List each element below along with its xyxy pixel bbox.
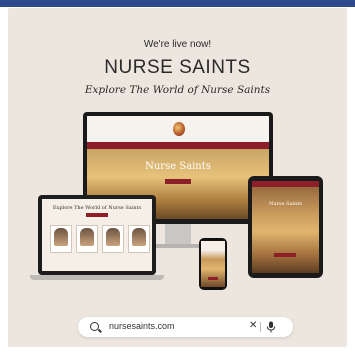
- search-bar[interactable]: nursesaints.com ✕: [78, 317, 293, 337]
- portrait-image: [106, 228, 120, 246]
- saint-portrait: [50, 225, 72, 253]
- hero-button: [165, 179, 191, 184]
- site-logo-icon: [173, 122, 185, 136]
- portrait-image: [132, 228, 146, 246]
- laptop-heading: Explore The World of Nurse Saints: [52, 205, 142, 211]
- mic-icon[interactable]: [266, 321, 276, 333]
- top-bar: [0, 0, 355, 7]
- laptop-button: [86, 213, 108, 217]
- subtitle: Explore The World of Nurse Saints: [84, 84, 271, 96]
- tablet-hero-text: Nurse Saints: [269, 201, 302, 207]
- laptop-screen: Explore The World of Nurse Saints: [42, 199, 152, 271]
- promo-graphic: We're live now! NURSE SAINTS Explore The…: [0, 0, 355, 355]
- tablet-button: [274, 253, 296, 257]
- saint-portrait: [128, 225, 150, 253]
- portrait-image: [54, 228, 68, 246]
- phone-mockup: [199, 238, 227, 290]
- portrait-image: [80, 228, 94, 246]
- monitor-stand-base: [150, 244, 206, 248]
- close-icon[interactable]: ✕: [249, 320, 257, 331]
- monitor-stand: [165, 224, 191, 246]
- saint-portrait: [102, 225, 124, 253]
- tablet-mockup: Nurse Saints: [248, 176, 323, 278]
- phone-button: [208, 277, 218, 280]
- tablet-screen: Nurse Saints: [252, 181, 319, 273]
- tagline: We're live now!: [143, 39, 212, 50]
- search-icon[interactable]: [90, 322, 99, 331]
- search-input[interactable]: nursesaints.com: [109, 321, 175, 331]
- saint-portrait: [76, 225, 98, 253]
- laptop-mockup: Explore The World of Nurse Saints: [38, 195, 156, 275]
- hero-title: Nurse Saints: [145, 161, 211, 172]
- laptop-base: [30, 275, 164, 280]
- divider: [260, 322, 261, 332]
- phone-screen: [201, 241, 225, 287]
- page-title: NURSE SAINTS: [104, 57, 251, 78]
- site-nav-bar: [87, 142, 269, 149]
- tablet-nav-bar: [252, 181, 319, 187]
